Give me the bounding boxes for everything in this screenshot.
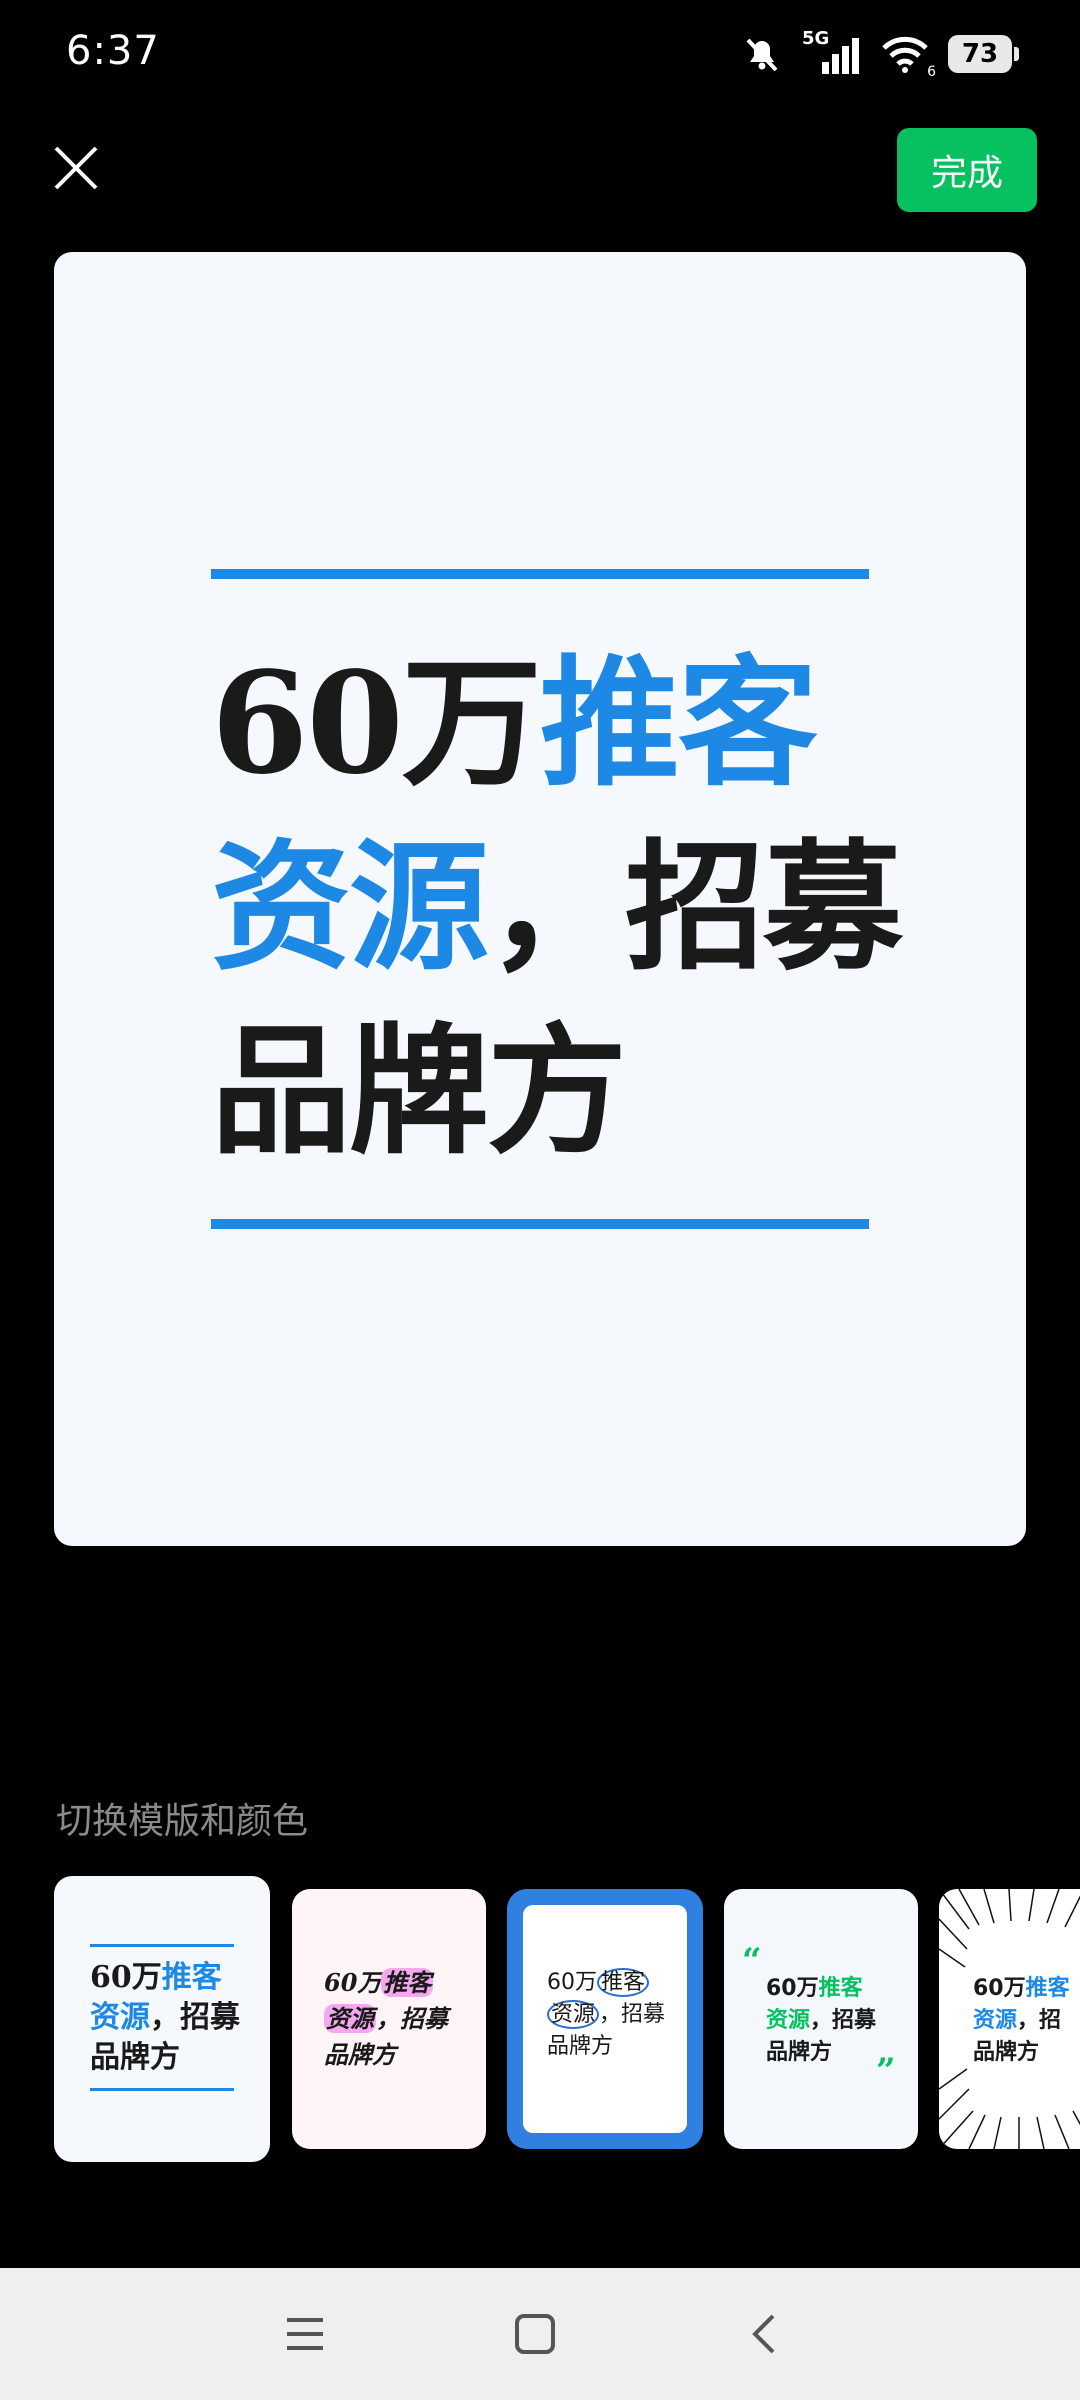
- open-quote-icon: “: [742, 1941, 762, 1981]
- template-rule: [90, 2088, 234, 2091]
- wifi-badge: 6: [927, 64, 936, 80]
- status-bar: 6:37 5G 6 73: [0, 0, 1080, 110]
- status-icons: 5G 6 73: [740, 26, 1019, 82]
- template-option-4[interactable]: “ 60万推客 资源，招募 品牌方 ”: [724, 1889, 918, 2149]
- template-text: 60万推客 资源，招募 品牌方: [90, 1960, 240, 2075]
- template-inner: 60万 推客 资源 ，招募 品牌方: [523, 1905, 687, 2133]
- battery-indicator: 73: [948, 35, 1019, 73]
- preview-title: 60万推客 资源，招募 品牌方: [211, 632, 911, 1184]
- template-text: 60万推客 资源，招募 品牌方: [766, 1976, 877, 2065]
- mute-icon: [746, 38, 778, 72]
- template-section-label: 切换模版和颜色: [56, 1801, 309, 1842]
- status-time: 6:37: [66, 28, 160, 74]
- template-option-5[interactable]: 60万推客 资源，招 品牌方: [939, 1889, 1080, 2149]
- template-option-3-selected[interactable]: 60万 推客 资源 ，招募 品牌方: [507, 1889, 703, 2149]
- preview-line-3: 品牌方: [211, 1010, 627, 1174]
- signal-5g-icon: 5G: [802, 28, 862, 76]
- navigation-bar: [0, 2268, 1080, 2400]
- template-option-1[interactable]: 60万推客 资源，招募 品牌方: [54, 1876, 270, 2162]
- template-rule: [90, 1944, 234, 1947]
- done-button[interactable]: 完成: [897, 128, 1037, 212]
- home-icon: [515, 2314, 555, 2354]
- menu-icon: [287, 2318, 323, 2350]
- preview-line-1: 60万推客: [211, 642, 818, 806]
- close-icon: [54, 146, 98, 190]
- close-button[interactable]: [48, 140, 104, 196]
- wifi-icon: 6: [880, 32, 936, 80]
- close-quote-icon: ”: [876, 2051, 896, 2091]
- home-button[interactable]: [505, 2304, 565, 2364]
- template-text: 60万推客 资源，招募 品牌方: [324, 1968, 448, 2069]
- preview-top-rule: [211, 569, 869, 579]
- preview-bottom-rule: [211, 1219, 869, 1229]
- template-option-2[interactable]: 60万推客 资源，招募 品牌方: [292, 1889, 486, 2149]
- back-icon: [752, 2314, 775, 2354]
- menu-button[interactable]: [275, 2304, 335, 2364]
- preview-card: 60万推客 资源，招募 品牌方: [54, 252, 1026, 1546]
- preview-line-2: 资源，招募: [211, 826, 903, 990]
- template-text: 60万推客 资源，招募 品牌方: [547, 1968, 666, 2059]
- back-button[interactable]: [735, 2304, 795, 2364]
- template-text: 60万推客 资源，招 品牌方: [973, 1976, 1070, 2065]
